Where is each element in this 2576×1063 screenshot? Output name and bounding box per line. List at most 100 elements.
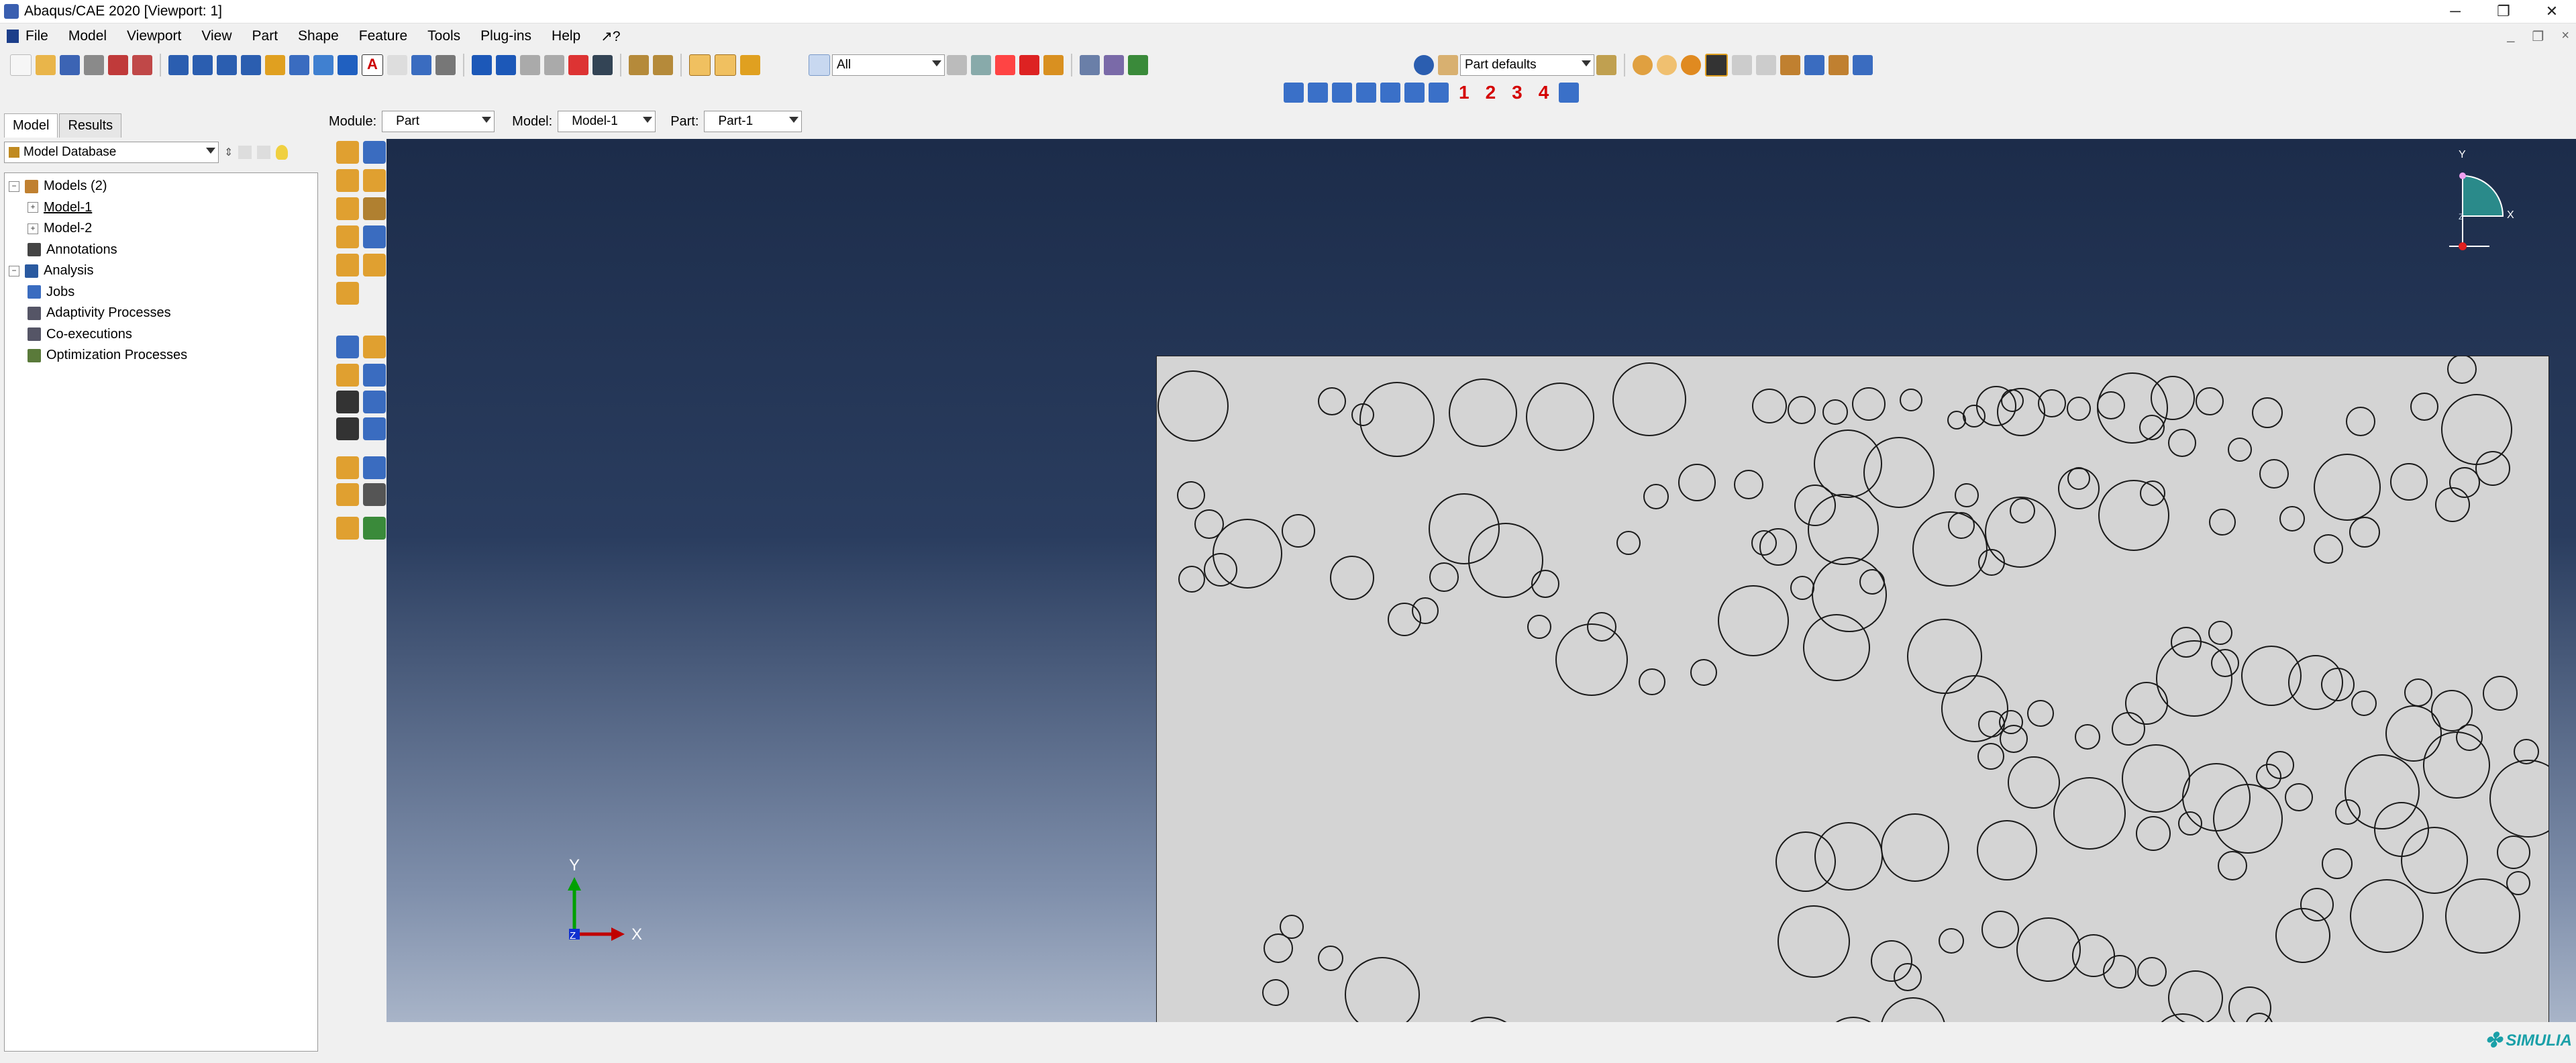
- annotation-icon[interactable]: [265, 55, 285, 75]
- module-select[interactable]: Part: [382, 111, 495, 132]
- select-copy-icon[interactable]: [971, 55, 991, 75]
- rotate-icon[interactable]: [496, 55, 516, 75]
- part-select[interactable]: Part-1: [704, 111, 803, 132]
- tree-item-optimization-processes[interactable]: Optimization Processes: [5, 345, 317, 366]
- datum-csys-icon[interactable]: [363, 364, 386, 387]
- menu-shape[interactable]: Shape: [298, 28, 339, 44]
- zoom-box-icon[interactable]: [544, 55, 564, 75]
- select-3d-icon[interactable]: [1043, 55, 1064, 75]
- query-icon[interactable]: [363, 456, 386, 479]
- wireframe-icon[interactable]: [1080, 55, 1100, 75]
- create-solid-icon[interactable]: [336, 169, 359, 192]
- tools-icon[interactable]: [363, 483, 386, 506]
- selection-filter-select[interactable]: All: [832, 54, 945, 76]
- shaded-cube-icon[interactable]: [740, 55, 760, 75]
- menu-view[interactable]: View: [201, 28, 231, 44]
- expand-tree-icon[interactable]: [238, 146, 252, 159]
- pointer-icon[interactable]: [387, 55, 407, 75]
- menu-tools[interactable]: Tools: [427, 28, 460, 44]
- geometry-edit-icon[interactable]: [336, 517, 359, 540]
- edge-tool-icon[interactable]: [336, 417, 359, 440]
- cascade-icon[interactable]: [193, 55, 213, 75]
- render-style-select[interactable]: Part defaults: [1460, 54, 1594, 76]
- view-2-icon[interactable]: 2: [1486, 82, 1496, 103]
- tab-results[interactable]: Results: [59, 113, 122, 138]
- layout-icon[interactable]: [289, 55, 309, 75]
- tree-item-jobs[interactable]: Jobs: [5, 282, 317, 303]
- partition-face-icon[interactable]: [336, 254, 359, 276]
- part-manager-icon[interactable]: [363, 141, 386, 164]
- viewport[interactable]: Y X Z Y X Z: [387, 139, 2576, 1052]
- menu-file[interactable]: File: [25, 28, 48, 44]
- front-view-icon[interactable]: [1284, 83, 1304, 103]
- repair-icon[interactable]: [336, 456, 359, 479]
- user-view-icon[interactable]: [1559, 83, 1580, 103]
- magnify-icon[interactable]: [520, 55, 540, 75]
- create-round-icon[interactable]: [336, 225, 359, 248]
- select-options-icon[interactable]: [947, 55, 967, 75]
- tree-item-adaptivity-processes[interactable]: Adaptivity Processes: [5, 303, 317, 324]
- print-icon[interactable]: [84, 55, 104, 75]
- table-icon[interactable]: [411, 55, 431, 75]
- view-1-icon[interactable]: 1: [1459, 82, 1470, 103]
- context-help-icon[interactable]: ↗?: [601, 28, 620, 45]
- new-file-icon[interactable]: [10, 54, 32, 76]
- datum-axis-icon[interactable]: [363, 336, 386, 358]
- lightbulb-icon[interactable]: [276, 145, 289, 160]
- line-tool-icon[interactable]: [338, 55, 358, 75]
- sphere-icon[interactable]: [1681, 55, 1701, 75]
- pan-icon[interactable]: [472, 55, 492, 75]
- sort-arrows-icon[interactable]: ⇕: [224, 146, 233, 159]
- redo-icon[interactable]: [1756, 55, 1776, 75]
- menu-plugins[interactable]: Plug-ins: [480, 28, 531, 44]
- tree-icon[interactable]: [1780, 55, 1800, 75]
- tab-model[interactable]: Model: [4, 113, 58, 138]
- partition-edge-icon[interactable]: [363, 254, 386, 276]
- close-button[interactable]: ✕: [2528, 0, 2576, 23]
- render-options-icon[interactable]: [1596, 55, 1616, 75]
- auto-fit-icon[interactable]: [568, 55, 588, 75]
- tree-item-model-1[interactable]: + Model-1: [5, 197, 317, 219]
- render-style-icon[interactable]: [1438, 55, 1458, 75]
- macro-icon[interactable]: [108, 55, 128, 75]
- tile-horizontal-icon[interactable]: [217, 55, 237, 75]
- grid-icon[interactable]: [1853, 55, 1873, 75]
- view-4-icon[interactable]: 4: [1539, 82, 1549, 103]
- create-part-icon[interactable]: [336, 141, 359, 164]
- cycle-views-icon[interactable]: [593, 55, 613, 75]
- menu-part[interactable]: Part: [252, 28, 278, 44]
- database-select[interactable]: Model Database: [4, 142, 219, 163]
- ruler-icon[interactable]: [653, 55, 673, 75]
- iso-view-icon[interactable]: [1429, 83, 1449, 103]
- tile-vertical-icon[interactable]: [241, 55, 261, 75]
- viewport-icon[interactable]: [168, 55, 189, 75]
- expand-icon[interactable]: +: [28, 202, 38, 213]
- tree-item-annotations[interactable]: Annotations: [5, 240, 317, 261]
- top-view-icon[interactable]: [1380, 83, 1400, 103]
- save-icon[interactable]: [60, 55, 80, 75]
- boolean-icon[interactable]: [1633, 55, 1653, 75]
- create-wire-icon[interactable]: [336, 197, 359, 220]
- iso-view-icon[interactable]: [689, 54, 711, 76]
- right-view-icon[interactable]: [1356, 83, 1376, 103]
- mdi-minimize-button[interactable]: _: [2507, 28, 2514, 45]
- info-icon[interactable]: [1414, 55, 1434, 75]
- text-tool-icon[interactable]: A: [362, 54, 383, 76]
- zoom-query-icon[interactable]: [313, 55, 333, 75]
- filter-tree-icon[interactable]: [257, 146, 271, 159]
- display-group-icon[interactable]: [363, 517, 386, 540]
- datum-point-icon[interactable]: [336, 336, 359, 358]
- intersect-icon[interactable]: [1657, 55, 1677, 75]
- tree-item-model-2[interactable]: + Model-2: [5, 218, 317, 240]
- edit-icon[interactable]: [336, 483, 359, 506]
- xyz-point-icon[interactable]: [336, 391, 359, 413]
- select-box-icon[interactable]: [995, 55, 1015, 75]
- expand-icon[interactable]: +: [28, 223, 38, 234]
- create-shell-icon[interactable]: [363, 169, 386, 192]
- restore-button[interactable]: ❐: [2479, 0, 2528, 23]
- layer-icon[interactable]: [1828, 55, 1849, 75]
- document-icon[interactable]: [7, 30, 19, 43]
- record-icon[interactable]: [132, 55, 152, 75]
- menu-feature[interactable]: Feature: [359, 28, 407, 44]
- view-3-icon[interactable]: 3: [1512, 82, 1523, 103]
